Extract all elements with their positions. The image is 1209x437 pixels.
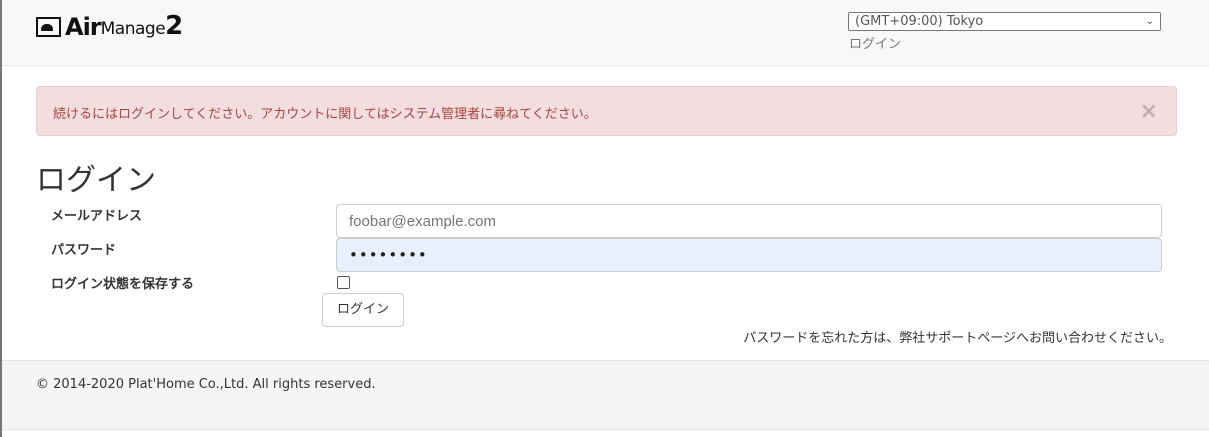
forgot-password-text: パスワードを忘れた方は、弊社サポートページへお問い合わせください。	[743, 331, 1172, 346]
logo-two: 2	[165, 11, 184, 41]
remember-label: ログイン状態を保存する	[51, 277, 195, 292]
copyright: © 2014-2020 Plat'Home Co.,Ltd. All right…	[36, 377, 376, 392]
footer: © 2014-2020 Plat'Home Co.,Ltd. All right…	[2, 360, 1209, 430]
chevron-down-icon: ⌄	[1145, 16, 1154, 27]
logo-manage: Manage	[100, 19, 166, 39]
timezone-value: (GMT+09:00) Tokyo	[855, 14, 984, 29]
header-login-link[interactable]: ログイン	[849, 33, 901, 52]
remember-checkbox[interactable]	[337, 276, 350, 289]
timezone-select[interactable]: (GMT+09:00) Tokyo ⌄	[848, 12, 1161, 31]
email-label: メールアドレス	[51, 209, 143, 224]
header: Air Manage 2 (GMT+09:00) Tokyo ⌄ ログイン	[2, 0, 1209, 66]
login-button[interactable]: ログイン	[322, 293, 404, 327]
email-field[interactable]	[336, 204, 1162, 238]
logo-air: Air	[65, 13, 102, 41]
logo[interactable]: Air Manage 2	[36, 12, 183, 40]
page-title: ログイン	[36, 163, 156, 198]
close-icon[interactable]: ×	[1140, 99, 1158, 124]
alert: 続けるにはログインしてください。アカウントに関してはシステム管理者に尋ねてくださ…	[36, 86, 1177, 136]
cloud-gear-icon	[36, 17, 61, 37]
password-field[interactable]: ••••••••	[336, 238, 1162, 272]
password-label: パスワード	[51, 243, 117, 258]
alert-message: 続けるにはログインしてください。アカウントに関してはシステム管理者に尋ねてくださ…	[53, 107, 597, 122]
